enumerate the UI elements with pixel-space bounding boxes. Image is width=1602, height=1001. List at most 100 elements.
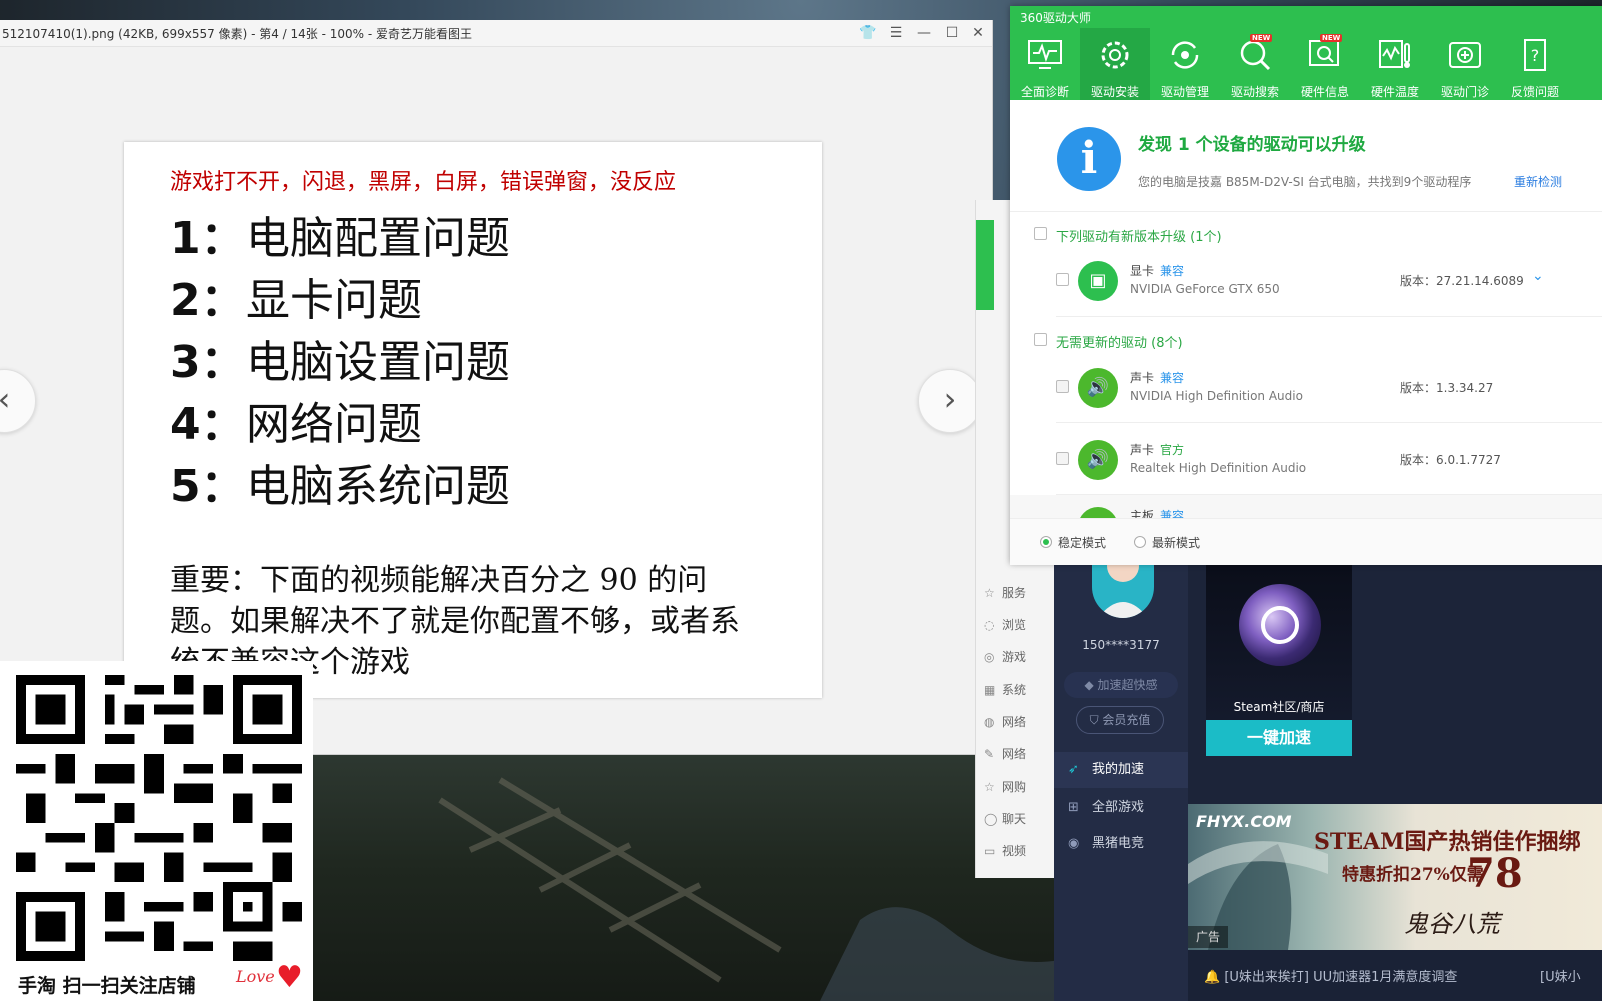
ad-tag: 广告	[1188, 926, 1228, 948]
group-ok-checkbox[interactable]	[1034, 333, 1047, 346]
star-icon: ☆	[984, 780, 995, 794]
pulse-monitor-icon	[1028, 40, 1062, 69]
game-card-steam[interactable]: Steam社区/商店	[1206, 554, 1352, 720]
toolbar-driver-install[interactable]: 驱动安装	[1080, 28, 1150, 100]
image-viewer-window: 512107410(1).png (42KB, 699x557 像素) - 第4…	[0, 20, 993, 755]
status-text[interactable]: 🔔 [U妹出来挨打] UU加速器1月满意度调查	[1204, 966, 1457, 985]
star-icon: ☆	[984, 586, 995, 600]
device-name: NVIDIA High Definition Audio	[1130, 389, 1303, 403]
info-icon: i	[1057, 127, 1121, 191]
side-item[interactable]: ☆ 网购	[984, 778, 1026, 795]
uu-accelerator-window: 150****3177 ◆ 加速超快感 ⛉ 会员充值 ➶ 我的加速 ⊞ 全部游戏 ◉…	[1054, 548, 1602, 1001]
side-item[interactable]: ◌ 浏览	[984, 616, 1026, 633]
slide-headline: 游戏打不开，闪退，黑屏，白屏，错误弹窗，没反应	[170, 170, 677, 195]
one-click-accelerate-button[interactable]: 一键加速	[1206, 720, 1352, 756]
stable-mode-radio[interactable]	[1040, 536, 1052, 548]
motherboard-icon	[1078, 507, 1118, 518]
speaker-icon: 🔊	[1078, 368, 1118, 408]
bell-icon: 🔔	[1204, 970, 1225, 985]
device-version: 版本：27.21.14.6089	[1400, 274, 1524, 288]
device-checkbox[interactable]	[1056, 273, 1069, 286]
shield-icon: ⛉	[1089, 713, 1103, 727]
side-item[interactable]: ◎ 游戏	[984, 648, 1026, 665]
side-item[interactable]: ◍ 网络	[984, 713, 1026, 730]
user-phone: 150****3177	[1082, 638, 1160, 652]
display-card-icon: ▣	[1078, 261, 1118, 301]
device-type: 显卡 兼容	[1130, 264, 1185, 278]
partial-row: 主板 兼容	[1010, 495, 1602, 518]
toolbar-driver-clinic[interactable]: 驱动门诊	[1430, 28, 1500, 100]
divider	[1010, 211, 1602, 212]
toolbar-feedback[interactable]: ? 反馈问题	[1500, 28, 1570, 100]
device-name: NVIDIA GeForce GTX 650	[1130, 282, 1280, 296]
menu-icon[interactable]: ☰	[886, 23, 906, 43]
prev-image-button[interactable]: ‹	[0, 369, 36, 433]
grid-icon: ▦	[984, 683, 996, 697]
diamond-icon: ◆	[1084, 678, 1098, 692]
driver-master-window: 360驱动大师 全面诊断 驱动安装 驱动管理 NEW 驱动搜索 NEW 硬件信息…	[1010, 6, 1602, 565]
latest-mode-radio[interactable]	[1134, 536, 1146, 548]
minimize-icon[interactable]: —	[914, 23, 934, 43]
latest-mode-label[interactable]: 最新模式	[1152, 534, 1200, 551]
toolbar-driver-manage[interactable]: 驱动管理	[1150, 28, 1220, 100]
steam-logo-icon	[1239, 584, 1321, 666]
uu-sidebar: 150****3177 ◆ 加速超快感 ⛉ 会员充值 ➶ 我的加速 ⊞ 全部游戏 ◉…	[1054, 548, 1188, 1001]
computer-description: 您的电脑是技嘉 B85M-D2V-SI 台式电脑，共找到9个驱动程序	[1138, 175, 1472, 189]
status-bar: 🔔 [U妹出来挨打] UU加速器1月满意度调查 [U妹小	[1188, 950, 1602, 1001]
viewer-title: 512107410(1).png (42KB, 699x557 像素) - 第4…	[2, 27, 473, 41]
device-type: 声卡 官方	[1130, 443, 1185, 457]
nav-my-accel[interactable]: ➶ 我的加速	[1054, 752, 1188, 788]
side-item[interactable]: ☆ 服务	[984, 584, 1026, 601]
slide-item: 1：电脑配置问题	[170, 213, 510, 264]
recharge-button[interactable]: ⛉ 会员充值	[1076, 706, 1164, 734]
svg-text:?: ?	[1531, 46, 1540, 65]
qr-caption: 手淘 扫一扫关注店铺	[18, 975, 196, 997]
device-checkbox[interactable]	[1056, 380, 1069, 393]
video-icon: ▭	[984, 844, 996, 858]
recheck-link[interactable]: 重新检测	[1514, 173, 1562, 190]
divider	[1056, 316, 1602, 317]
driver-header: 360驱动大师 全面诊断 驱动安装 驱动管理 NEW 驱动搜索 NEW 硬件信息…	[1010, 6, 1602, 100]
nav-all-games[interactable]: ⊞ 全部游戏	[1054, 790, 1188, 826]
device-checkbox[interactable]	[1056, 452, 1069, 465]
close-icon[interactable]: ✕	[968, 23, 988, 43]
ad-banner[interactable]: FHYX.COM STEAM国产热销佳作捆绑 特惠折扣27%仅需 78 鬼谷八荒…	[1188, 804, 1602, 950]
found-message: 发现 1 个设备的驱动可以升级	[1138, 135, 1366, 155]
gear-icon	[1101, 41, 1129, 69]
device-type: 主板 兼容	[1130, 509, 1185, 518]
group-upgrade-checkbox[interactable]	[1034, 227, 1047, 240]
slide-item: 4：网络问题	[170, 399, 422, 450]
toolbar-hardware-info[interactable]: NEW 硬件信息	[1290, 28, 1360, 100]
next-image-button[interactable]: ›	[918, 369, 982, 433]
side-item[interactable]: ▭ 视频	[984, 842, 1026, 859]
toolbar-full-diagnosis[interactable]: 全面诊断	[1010, 28, 1080, 100]
love-text: Love	[236, 967, 275, 986]
slide-item: 5：电脑系统问题	[170, 461, 510, 512]
toolbar-hardware-temp[interactable]: 硬件温度	[1360, 28, 1430, 100]
side-accent	[976, 220, 994, 310]
side-item[interactable]: ✎ 网络	[984, 745, 1026, 762]
toolbar-driver-search[interactable]: NEW 驱动搜索	[1220, 28, 1290, 100]
mode-footer: 稳定模式 最新模式	[1010, 518, 1602, 565]
skin-icon[interactable]: 👕	[858, 23, 878, 43]
stable-mode-label[interactable]: 稳定模式	[1058, 534, 1106, 551]
status-text[interactable]: [U妹小	[1540, 966, 1581, 985]
maximize-icon[interactable]: ☐	[942, 23, 962, 43]
device-name: Realtek High Definition Audio	[1130, 461, 1307, 475]
ad-brand: 鬼谷八荒	[1404, 910, 1500, 938]
chevron-down-icon[interactable]: ⌄	[1532, 268, 1544, 284]
nav-heizhu[interactable]: ◉ 黑猪电竞	[1054, 826, 1188, 862]
wrench-icon: ✎	[984, 747, 995, 761]
viewer-titlebar: 512107410(1).png (42KB, 699x557 像素) - 第4…	[0, 20, 992, 47]
thermometer-icon	[1379, 40, 1410, 68]
gamepad-icon: ⊞	[1068, 800, 1079, 815]
side-item[interactable]: ▦ 系统	[984, 681, 1026, 698]
qr-code[interactable]	[16, 675, 302, 961]
hardware-search-icon	[1309, 40, 1339, 66]
browser-icon: ◌	[984, 618, 995, 632]
group-ok-label: 无需更新的驱动 (8个)	[1056, 336, 1183, 351]
speaker-icon: 🔊	[1078, 440, 1118, 480]
heart-icon: ♥	[276, 960, 303, 995]
search-icon	[1240, 40, 1271, 71]
side-item[interactable]: ◯ 聊天	[984, 810, 1026, 827]
